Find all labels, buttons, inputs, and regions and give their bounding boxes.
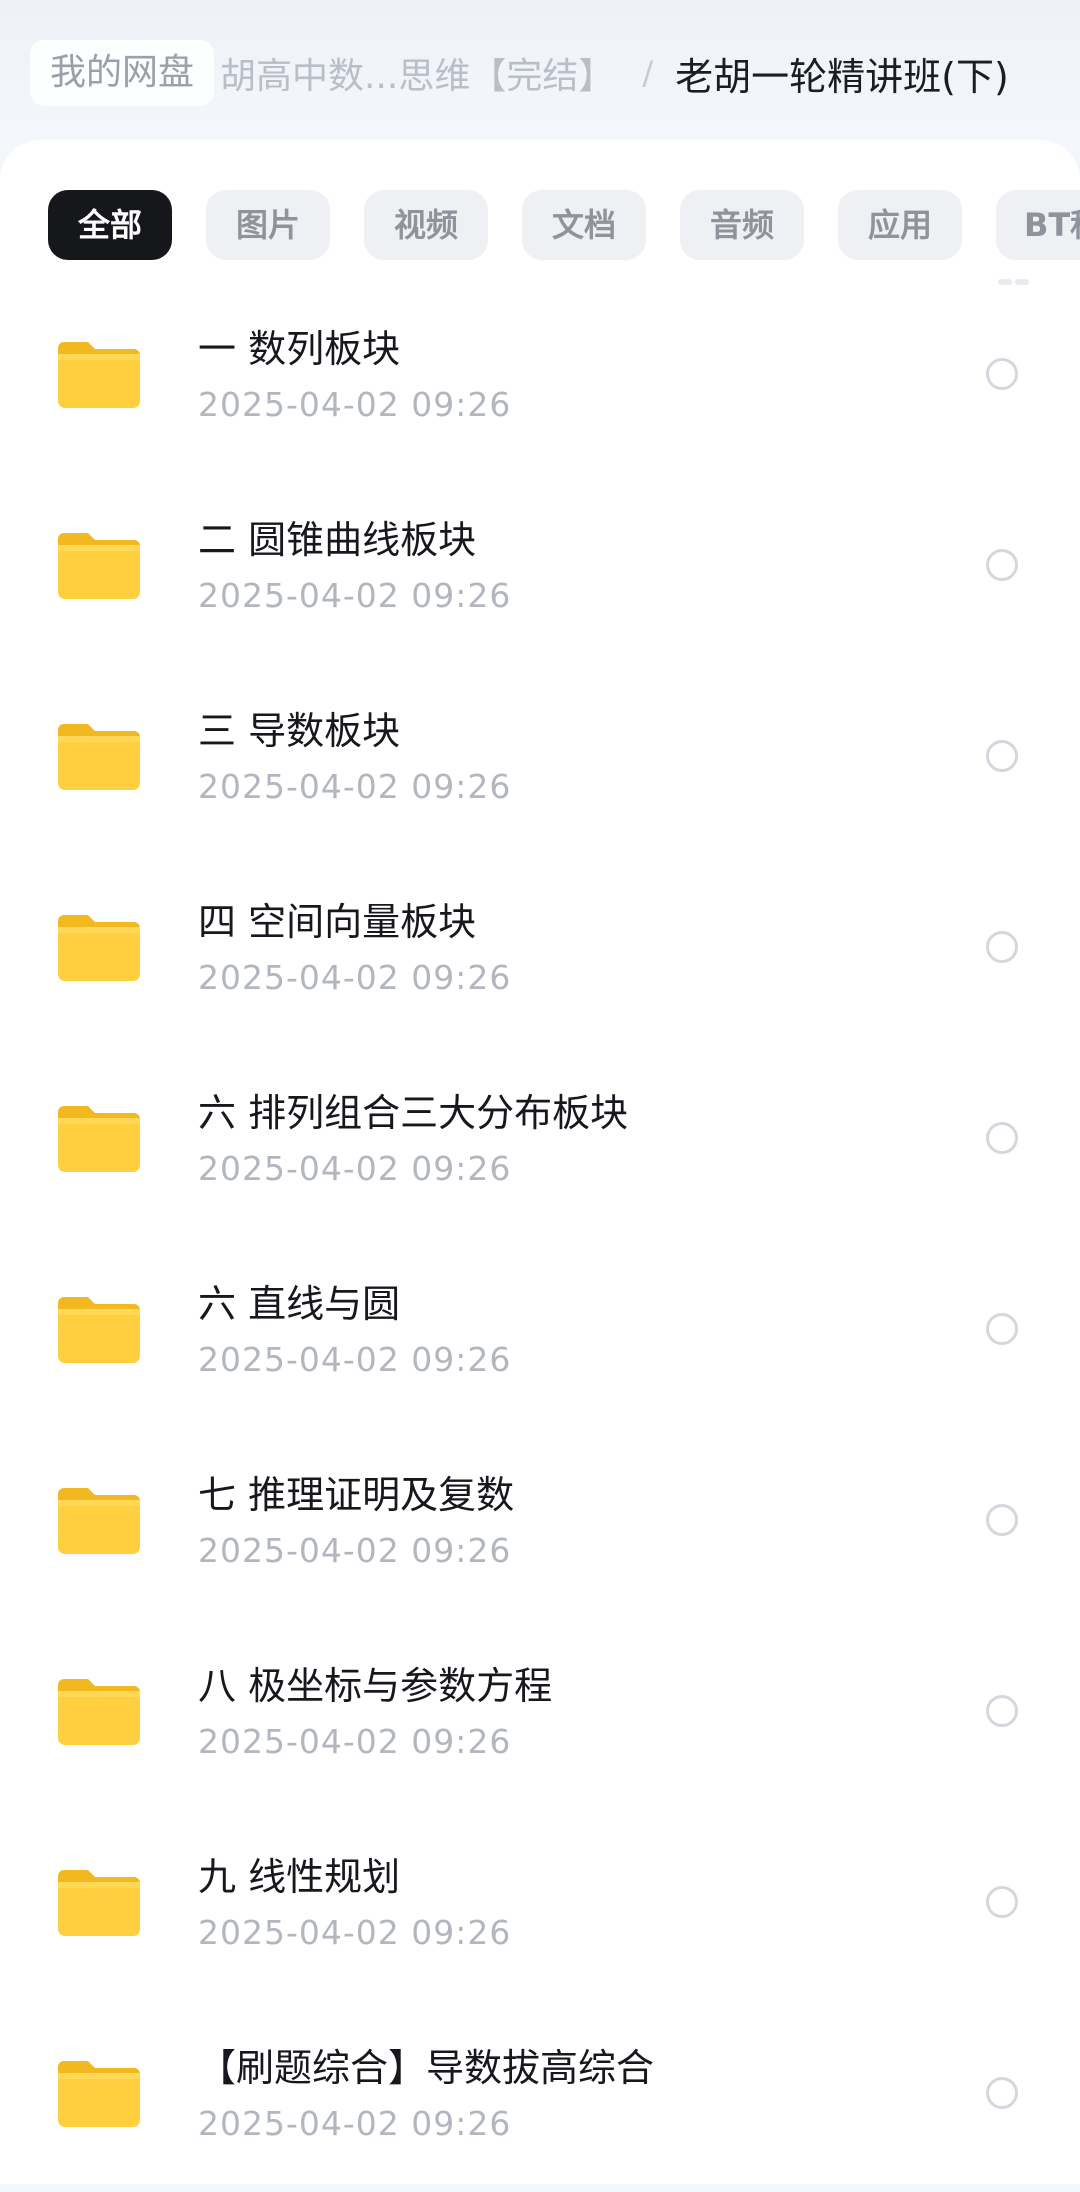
tab-all[interactable]: 全部	[48, 190, 172, 260]
file-name: 【刷题综合】导数拔高综合	[198, 2046, 655, 2090]
tab-apps[interactable]: 应用	[838, 190, 962, 260]
breadcrumb: 我的网盘 胡高中数...思维【完结】 / 老胡一轮精讲班(下)	[0, 40, 1080, 106]
file-name: 三 导数板块	[198, 709, 401, 753]
select-checkbox[interactable]	[986, 931, 1018, 963]
folder-icon	[58, 1106, 140, 1172]
breadcrumb-separator: /	[642, 54, 654, 92]
file-name: 二 圆锥曲线板块	[198, 518, 477, 562]
select-checkbox[interactable]	[986, 1122, 1018, 1154]
breadcrumb-root[interactable]: 我的网盘	[30, 40, 215, 106]
file-row[interactable]: 七 推理证明及复数 2025-04-02 09:26	[0, 1428, 1080, 1619]
file-modified-date: 2025-04-02 09:26	[198, 767, 512, 806]
file-modified-date: 2025-04-02 09:26	[198, 576, 512, 615]
select-checkbox[interactable]	[986, 2077, 1018, 2109]
file-row[interactable]: 六 直线与圆 2025-04-02 09:26	[0, 1237, 1080, 1428]
file-modified-date: 2025-04-02 09:26	[198, 1913, 512, 1952]
folder-icon	[58, 533, 140, 599]
folder-icon	[58, 1488, 140, 1554]
file-modified-date: 2025-04-02 09:26	[198, 2104, 512, 2143]
breadcrumb-parent[interactable]: 胡高中数...思维【完结】	[220, 47, 614, 99]
tab-images[interactable]: 图片	[206, 190, 330, 260]
select-checkbox[interactable]	[986, 549, 1018, 581]
folder-icon	[58, 915, 140, 981]
file-modified-date: 2025-04-02 09:26	[198, 1722, 512, 1761]
folder-icon	[58, 724, 140, 790]
select-checkbox[interactable]	[986, 1313, 1018, 1345]
file-list: 一 数列板块 2025-04-02 09:26 二 圆锥曲线板块 2025-04…	[0, 282, 1080, 2192]
file-modified-date: 2025-04-02 09:26	[198, 1149, 512, 1188]
more-icon	[998, 270, 1032, 285]
folder-icon	[58, 1679, 140, 1745]
select-checkbox[interactable]	[986, 358, 1018, 390]
file-modified-date: 2025-04-02 09:26	[198, 385, 512, 424]
file-row[interactable]: 二 圆锥曲线板块 2025-04-02 09:26	[0, 473, 1080, 664]
file-row[interactable]: 四 空间向量板块 2025-04-02 09:26	[0, 855, 1080, 1046]
folder-icon	[58, 342, 140, 408]
folder-icon	[58, 1870, 140, 1936]
breadcrumb-current: 老胡一轮精讲班(下)	[675, 54, 1009, 99]
file-modified-date: 2025-04-02 09:26	[198, 958, 512, 997]
select-checkbox[interactable]	[986, 740, 1018, 772]
tab-audio[interactable]: 音频	[680, 190, 804, 260]
file-modified-date: 2025-04-02 09:26	[198, 1340, 512, 1379]
file-row[interactable]: 九 线性规划 2025-04-02 09:26	[0, 1810, 1080, 2001]
file-row[interactable]: 三 导数板块 2025-04-02 09:26	[0, 664, 1080, 855]
file-name: 九 线性规划	[198, 1855, 401, 1899]
file-row[interactable]: 八 极坐标与参数方程 2025-04-02 09:26	[0, 1619, 1080, 1810]
select-checkbox[interactable]	[986, 1695, 1018, 1727]
tab-documents[interactable]: 文档	[522, 190, 646, 260]
file-name: 四 空间向量板块	[198, 900, 477, 944]
select-checkbox[interactable]	[986, 1886, 1018, 1918]
file-name: 一 数列板块	[198, 327, 401, 371]
file-name: 六 直线与圆	[198, 1282, 401, 1326]
file-row[interactable]: 六 排列组合三大分布板块 2025-04-02 09:26	[0, 1046, 1080, 1237]
tab-videos[interactable]: 视频	[364, 190, 488, 260]
folder-icon	[58, 2061, 140, 2127]
file-modified-date: 2025-04-02 09:26	[198, 1531, 512, 1570]
file-row[interactable]: 【刷题综合】导数拔高综合 2025-04-02 09:26	[0, 2001, 1080, 2192]
tab-bt-seeds[interactable]: BT种子	[996, 190, 1080, 260]
file-name: 七 推理证明及复数	[198, 1473, 515, 1517]
file-row[interactable]: 一 数列板块 2025-04-02 09:26	[0, 282, 1080, 473]
file-type-tabs: 全部 图片 视频 文档 音频 应用 BT种子	[48, 190, 1080, 260]
top-bar: 我的网盘 胡高中数...思维【完结】 / 老胡一轮精讲班(下)	[0, 0, 1080, 150]
file-name: 八 极坐标与参数方程	[198, 1664, 553, 1708]
folder-icon	[58, 1297, 140, 1363]
select-checkbox[interactable]	[986, 1504, 1018, 1536]
file-name: 六 排列组合三大分布板块	[198, 1091, 629, 1135]
